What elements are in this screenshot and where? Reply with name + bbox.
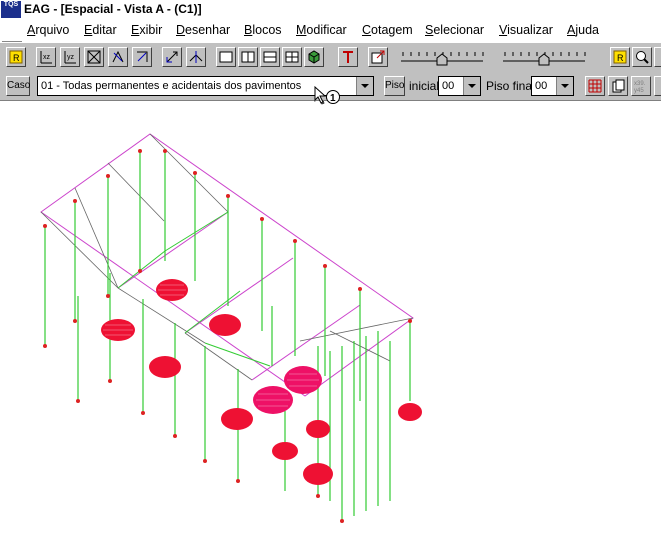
initial-floor-label: inicial [409,79,440,93]
axis-xy-button[interactable] [84,47,104,67]
zoom-icon[interactable] [632,47,652,67]
cursor-badge: 1 [330,93,336,104]
view-3d-button[interactable] [304,47,324,67]
chevron-down-icon[interactable] [356,77,373,95]
app-logo-icon: TQS [1,1,21,18]
window-title: EAG - [Espacial - Vista A - (C1)] [24,2,202,16]
view-top-button[interactable] [260,47,280,67]
menu-desenhar[interactable]: Desenhar [176,23,230,37]
initial-floor-select[interactable]: 00 [438,76,481,96]
grid-lines [40,133,414,381]
zoom-slider[interactable] [399,48,485,68]
svg-text:y45: y45 [634,88,644,94]
redraw-button[interactable]: R [6,47,26,67]
case-button[interactable]: Caso [6,76,30,96]
chevron-down-icon[interactable] [556,77,573,95]
export-button[interactable] [368,47,388,67]
pan-view-button[interactable] [186,47,206,67]
axis-xz-button[interactable]: xz [36,47,56,67]
mouse-cursor-icon: 1 [314,86,340,104]
final-floor-value: 00 [535,80,548,92]
final-floor-select[interactable]: 00 [531,76,574,96]
dimension-button[interactable]: x39. y45 [631,76,651,96]
main-toolbar: R xz yz R [0,42,661,74]
drawing-canvas[interactable] [0,85,661,552]
menu-cotagem[interactable]: Cotagem [362,23,413,37]
menu-arquivo[interactable]: Arquivo [27,23,69,37]
columns [44,151,411,521]
svg-text:yz: yz [67,54,75,61]
load-case-value: 01 - Todas permanentes e acidentais dos … [41,80,302,92]
title-bar: TQS EAG - [Espacial - Vista A - (C1)] [0,0,661,21]
rotate-b-button[interactable] [132,47,152,67]
more-tools-button[interactable] [654,76,661,96]
view-front-button[interactable] [216,47,236,67]
view-split-button[interactable] [282,47,302,67]
final-floor-label: Piso final [486,79,535,93]
menu-exibir[interactable]: Exibir [131,23,162,37]
svg-text:R: R [617,53,624,63]
rotate-a-button[interactable] [108,47,128,67]
grid-view-button[interactable] [585,76,605,96]
structural-model-3d [40,85,422,523]
svg-text:R: R [13,53,20,63]
menu-blocos[interactable]: Blocos [244,23,282,37]
menu-ajuda[interactable]: Ajuda [567,23,599,37]
menu-visualizar[interactable]: Visualizar [499,23,553,37]
view-side-button[interactable] [238,47,258,67]
menu-bar: ▭ Arquivo Editar Exibir Desenhar Blocos … [0,20,661,60]
svg-text:x39.: x39. [634,81,646,87]
floor-button[interactable]: Piso [384,76,405,96]
initial-floor-value: 00 [442,80,455,92]
svg-text:xz: xz [43,54,51,61]
text-tool-button[interactable] [338,47,358,67]
zoom-out-icon[interactable] [654,47,661,67]
move-view-button[interactable] [162,47,182,67]
rotation-slider[interactable] [501,48,587,68]
redraw-button-2[interactable]: R [610,47,630,67]
frame-beams [40,133,414,397]
menu-selecionar[interactable]: Selecionar [425,23,484,37]
menu-editar[interactable]: Editar [84,23,117,37]
chevron-down-icon[interactable] [463,77,480,95]
menu-modificar[interactable]: Modificar [296,23,347,37]
pages-button[interactable] [608,76,628,96]
axis-yz-button[interactable]: yz [60,47,80,67]
